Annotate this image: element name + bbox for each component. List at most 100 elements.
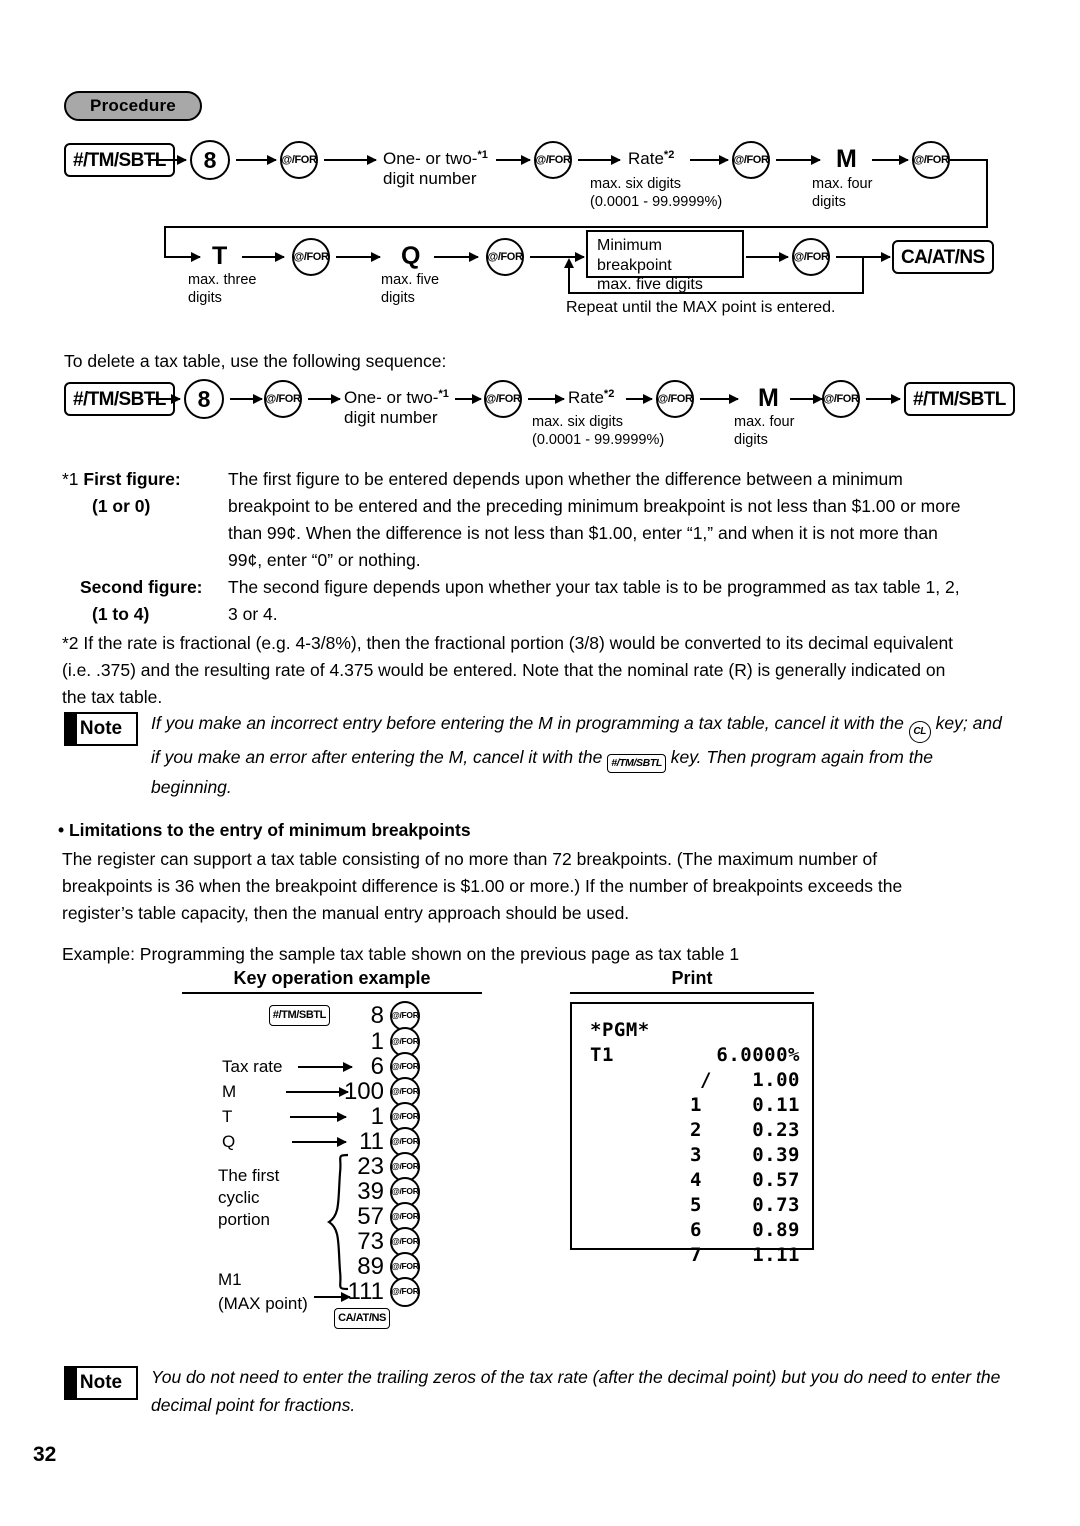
key-label: @/FOR <box>391 1261 419 1272</box>
key-ca-at-ns-1[interactable]: CA/AT/NS <box>892 240 994 274</box>
key-label: #/TM/SBTL <box>913 388 1006 410</box>
arrow-d9 <box>866 394 901 404</box>
key-sbtl-3[interactable]: #/TM/SBTL <box>904 382 1015 416</box>
label-text: T <box>212 242 228 270</box>
receipt-row: 7 1.11 <box>590 1243 800 1268</box>
note-line-2: digits <box>734 431 768 448</box>
arrow-14 <box>746 252 789 262</box>
key-label: @/FOR <box>391 1286 419 1297</box>
receipt-table-id: T1 <box>590 1044 614 1066</box>
note-tag-label: Note <box>79 1372 123 1393</box>
note-text-1: If you make an incorrect entry before en… <box>151 709 1004 801</box>
key-atfor-d4[interactable]: @/FOR <box>822 380 860 418</box>
intro-text: Example: Programming the sample tax tabl… <box>62 944 740 964</box>
receipt-row-value: 0.57 <box>752 1169 800 1191</box>
arrow-7 <box>776 155 821 165</box>
receipt-rate-line: T1 6.0000% <box>590 1043 800 1068</box>
key-sbtl-inline[interactable]: #/TM/SBTL <box>607 753 666 773</box>
receipt-rate: 6.0000% <box>716 1044 800 1066</box>
paragraph: The second figure depends upon whether y… <box>228 577 960 624</box>
label-line-2: (MAX point) <box>218 1294 308 1313</box>
arrow-d1 <box>148 394 181 404</box>
key-8-2[interactable]: 8 <box>184 379 224 419</box>
key-atfor-example[interactable]: @/FOR <box>390 1276 420 1307</box>
footnote-1-marker: *1 <box>62 469 79 489</box>
key-atfor-3[interactable]: @/FOR <box>732 141 770 179</box>
procedure-badge: Procedure <box>64 91 202 121</box>
delete-sequence-intro: To delete a tax table, use the following… <box>64 348 964 375</box>
note-line-1: max. six digits <box>532 414 624 430</box>
key-label: @/FOR <box>391 1061 419 1072</box>
connector-1 <box>950 159 988 161</box>
key-label: CL <box>913 726 927 737</box>
note-M-digits-2: max. four digits <box>734 414 794 450</box>
paragraph: The register can support a tax table con… <box>62 849 903 923</box>
note-line-2: digits <box>812 193 846 210</box>
label-line-1: The first <box>218 1166 280 1185</box>
leader-arrow-M <box>286 1087 349 1097</box>
note-paragraph: You do not need to enter the trailing ze… <box>151 1367 1001 1415</box>
entry-value: 8 <box>370 1001 384 1029</box>
key-atfor-1[interactable]: @/FOR <box>280 141 318 179</box>
paragraph: The first figure to be entered depends u… <box>228 469 961 570</box>
limitations-text: The register can support a tax table con… <box>62 846 970 927</box>
receipt-row-value: 0.39 <box>752 1144 800 1166</box>
receipt-row: 6 0.89 <box>590 1218 800 1243</box>
receipt-row-value: 0.11 <box>752 1094 800 1116</box>
label-m1-max-point: M1 (MAX point) <box>218 1268 308 1316</box>
second-figure-label: Second figure: <box>80 574 203 601</box>
key-label: @/FOR <box>391 1036 419 1047</box>
label-first-cyclic-portion: The first cyclic portion <box>218 1165 279 1231</box>
caption-repeat-until-max: Repeat until the MAX point is entered. <box>566 298 836 318</box>
key-label: @/FOR <box>391 1086 419 1097</box>
connector-5 <box>530 256 556 258</box>
label-line-3: portion <box>218 1210 270 1229</box>
receipt-row-index: 1 <box>690 1094 702 1116</box>
key-sbtl-example[interactable]: #/TM/SBTL <box>268 1005 330 1026</box>
receipt-row-index: 7 <box>690 1244 702 1266</box>
receipt-row: 4 0.57 <box>590 1168 800 1193</box>
key-cl-inline[interactable]: CL <box>908 721 931 743</box>
arrow-d2 <box>230 394 263 404</box>
connector-2 <box>986 159 988 228</box>
key-atfor-d1[interactable]: @/FOR <box>264 380 302 418</box>
key-atfor-6[interactable]: @/FOR <box>486 238 524 276</box>
receipt-row-value: 0.23 <box>752 1119 800 1141</box>
box-line-1: Minimum breakpoint <box>597 237 672 274</box>
note-part-1: If you make an incorrect entry before en… <box>151 713 904 733</box>
key-atfor-2[interactable]: @/FOR <box>534 141 572 179</box>
label-text: Rate <box>568 388 604 407</box>
key-atfor-d3[interactable]: @/FOR <box>656 380 694 418</box>
note-box-1: Note If you make an incorrect entry befo… <box>64 712 1004 801</box>
leader-arrow-Q <box>292 1137 347 1147</box>
arrow-11 <box>336 252 381 262</box>
arrow-d4 <box>455 394 482 404</box>
loop-1 <box>862 256 864 294</box>
loop-3 <box>568 268 570 294</box>
note-line-2: digits <box>188 289 222 306</box>
label-line-1: M1 <box>218 1270 242 1289</box>
receipt-row-value: 0.89 <box>752 1219 800 1241</box>
note-line-1: max. four <box>812 176 873 192</box>
page-number-text: 32 <box>33 1443 57 1466</box>
key-label: 8 <box>203 146 217 173</box>
key-atfor-7[interactable]: @/FOR <box>792 238 830 276</box>
receipt-row-index: 6 <box>690 1219 702 1241</box>
key-atfor-d2[interactable]: @/FOR <box>484 380 522 418</box>
key-8-1[interactable]: 8 <box>190 140 230 180</box>
receipt-divider-line: / 1.00 <box>590 1068 800 1093</box>
arrow-8 <box>872 155 909 165</box>
key-ca-at-ns-example[interactable]: CA/AT/NS <box>334 1307 390 1329</box>
procedure-badge-label: Procedure <box>90 96 176 115</box>
connector-6 <box>836 256 864 258</box>
receipt-row: 5 0.73 <box>590 1193 800 1218</box>
key-atfor-5[interactable]: @/FOR <box>292 238 330 276</box>
entry-value: 1 <box>370 1027 384 1055</box>
example-intro: Example: Programming the sample tax tabl… <box>62 941 970 968</box>
label-text-2: digit number <box>383 169 477 189</box>
key-label: CA/AT/NS <box>901 246 985 268</box>
key-atfor-4[interactable]: @/FOR <box>912 141 950 179</box>
key-label: @/FOR <box>391 1010 419 1021</box>
receipt-row: 3 0.39 <box>590 1143 800 1168</box>
label-text: Q <box>401 242 421 270</box>
